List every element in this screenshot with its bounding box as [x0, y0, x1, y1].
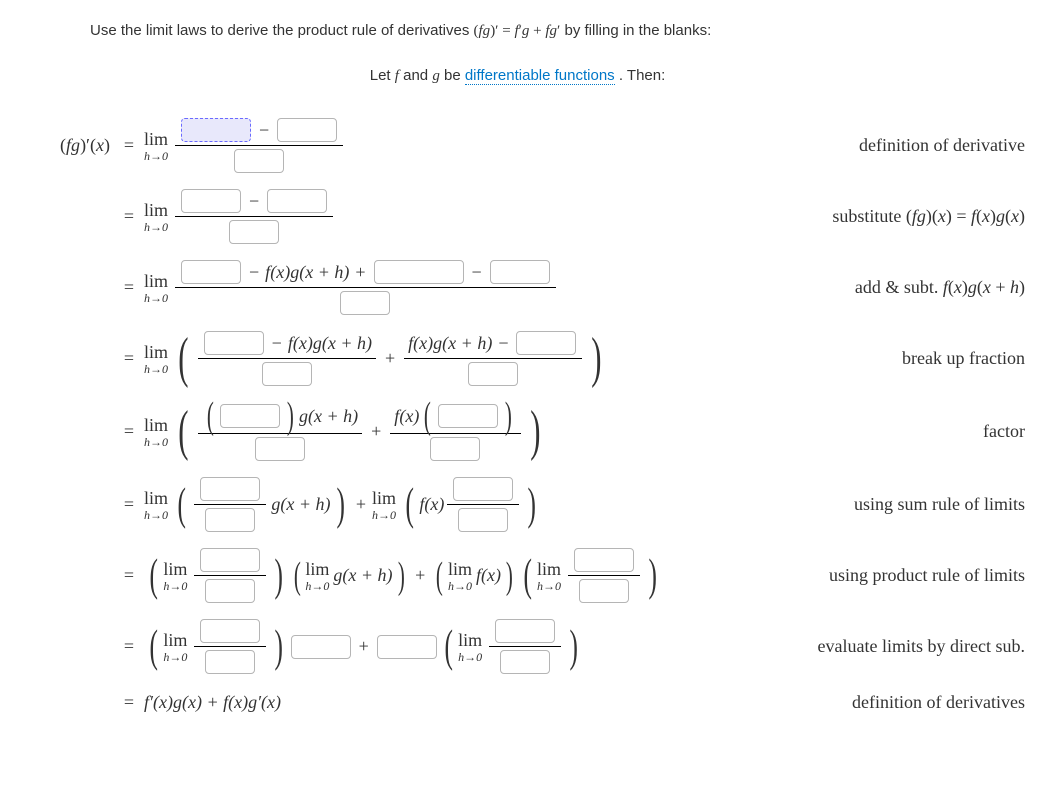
limit: lim h→0: [144, 201, 168, 233]
lparen: (: [178, 336, 188, 381]
blank-input[interactable]: [500, 650, 550, 674]
reason: using product rule of limits: [809, 565, 1025, 586]
step3-mid-term: f(x)g(x + h): [265, 262, 349, 283]
blank-input[interactable]: [204, 331, 264, 355]
reason: definition of derivative: [839, 135, 1025, 156]
step-2: = lim h→0 − substitute (fg)(x) = f(x)g(x…: [10, 186, 1025, 247]
final-expression: f′(x)g(x) + f(x)g′(x): [144, 692, 281, 713]
intro: Let f and g be differentiable functions …: [10, 67, 1025, 85]
step-3: = lim h→0 − f(x)g(x + h) + − add & subt.…: [10, 257, 1025, 318]
blank-input[interactable]: [262, 362, 312, 386]
blank-input[interactable]: [495, 619, 555, 643]
blank-input[interactable]: [181, 189, 241, 213]
step-4: = lim h→0 ( − f(x)g(x + h) + f(x)g(x + h…: [10, 328, 1025, 389]
blank-input[interactable]: [458, 508, 508, 532]
blank-input[interactable]: [255, 437, 305, 461]
reason: substitute (fg)(x) = f(x)g(x): [812, 206, 1025, 227]
blank-input[interactable]: [234, 149, 284, 173]
blank-input[interactable]: [220, 404, 280, 428]
instructions-math: (fg)′ = f′g + fg′: [474, 23, 561, 39]
blank-input[interactable]: [438, 404, 498, 428]
blank-input[interactable]: [377, 635, 437, 659]
blank-input[interactable]: [205, 650, 255, 674]
reason: definition of derivatives: [832, 692, 1025, 713]
blank-input[interactable]: [200, 477, 260, 501]
limit: lim h→0: [144, 489, 168, 521]
blank-input[interactable]: [453, 477, 513, 501]
limit: lim h→0: [458, 631, 482, 663]
blank-input[interactable]: [340, 291, 390, 315]
lhs-expression: (fg)′(x): [10, 135, 114, 156]
limit: lim h→0: [372, 489, 396, 521]
limit: lim h→0: [305, 560, 329, 592]
limit: lim h→0: [163, 560, 187, 592]
rparen: ): [592, 336, 602, 381]
blank-input[interactable]: [430, 437, 480, 461]
fraction: −: [175, 115, 343, 176]
reason: evaluate limits by direct sub.: [798, 636, 1025, 657]
reason: add & subt. f(x)g(x + h): [835, 277, 1025, 298]
limit: lim h→0: [163, 631, 187, 663]
blank-input[interactable]: [205, 579, 255, 603]
reason: break up fraction: [882, 348, 1025, 369]
blank-input[interactable]: [374, 260, 464, 284]
blank-input[interactable]: [277, 118, 337, 142]
blank-input[interactable]: [468, 362, 518, 386]
step-8: = ( lim h→0 ) + ( lim h→0 ) evaluate lim…: [10, 616, 1025, 677]
step-6: = lim h→0 ( g(x + h) ) + lim h→0 ( f(x) …: [10, 474, 1025, 535]
blank-input[interactable]: [200, 548, 260, 572]
instructions: Use the limit laws to derive the product…: [90, 20, 1025, 42]
blank-input[interactable]: [267, 189, 327, 213]
equals: =: [114, 135, 144, 156]
blank-input[interactable]: [181, 260, 241, 284]
limit: lim h→0: [144, 416, 168, 448]
blank-input[interactable]: [181, 118, 251, 142]
limit: lim h→0: [144, 130, 168, 162]
differentiable-functions-link[interactable]: differentiable functions: [465, 67, 615, 85]
instructions-suffix: by filling in the blanks:: [564, 22, 711, 39]
limit: lim h→0: [448, 560, 472, 592]
blank-input[interactable]: [516, 331, 576, 355]
step-7: = ( lim h→0 ) ( lim h→0 g(x + h) ) + ( l…: [10, 545, 1025, 606]
blank-input[interactable]: [229, 220, 279, 244]
blank-input[interactable]: [205, 508, 255, 532]
step-5: = lim h→0 ( ( ) g(x + h) + f(x) ( ): [10, 399, 1025, 464]
blank-input[interactable]: [291, 635, 351, 659]
blank-input[interactable]: [490, 260, 550, 284]
step-1: (fg)′(x) = lim h→0 − definition of deriv…: [10, 115, 1025, 176]
blank-input[interactable]: [574, 548, 634, 572]
blank-input[interactable]: [200, 619, 260, 643]
step-final: = f′(x)g(x) + f(x)g′(x) definition of de…: [10, 687, 1025, 717]
reason: factor: [963, 421, 1025, 442]
instructions-text: Use the limit laws to derive the product…: [90, 22, 474, 39]
blank-input[interactable]: [579, 579, 629, 603]
limit: lim h→0: [144, 272, 168, 304]
reason: using sum rule of limits: [834, 494, 1025, 515]
limit: lim h→0: [144, 343, 168, 375]
limit: lim h→0: [537, 560, 561, 592]
